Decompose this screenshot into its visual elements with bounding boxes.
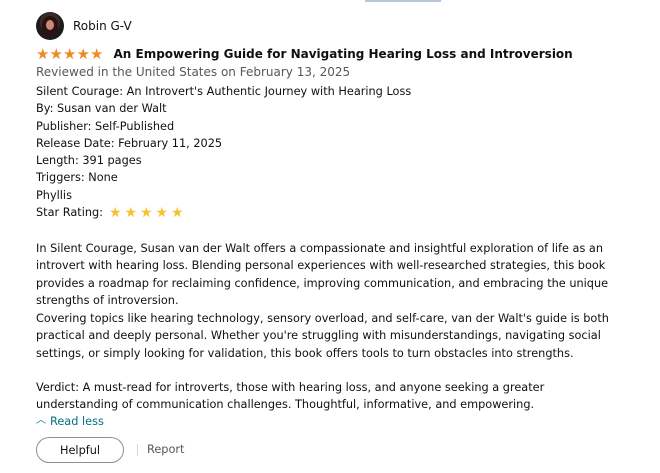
review-rating-stars[interactable]: ★ ★ ★ ★ ★ — [36, 44, 104, 63]
review-signature: Phyllis — [36, 188, 72, 202]
star-icon: ★ — [140, 204, 153, 221]
star-icon: ★ — [90, 44, 104, 63]
review-paragraph-3: Verdict: A must-read for introverts, tho… — [36, 381, 545, 412]
book-length: Length: 391 pages — [36, 154, 142, 168]
book-triggers: Triggers: None — [36, 171, 118, 185]
avatar[interactable] — [36, 12, 64, 40]
review-paragraph-1: In Silent Courage, Susan van der Walt of… — [36, 242, 609, 307]
read-less-link[interactable]: ︿ Read less — [36, 415, 104, 429]
star-rating-label: Star Rating: — [36, 206, 103, 220]
review-details: Silent Courage: An Introvert's Authentic… — [36, 83, 411, 221]
book-release-date: Release Date: February 11, 2025 — [36, 136, 223, 150]
book-title: Silent Courage: An Introvert's Authentic… — [36, 85, 412, 98]
star-icon: ★ — [109, 204, 122, 221]
review-meta: Reviewed in the United States on Februar… — [36, 65, 351, 79]
star-icon: ★ — [155, 204, 169, 221]
star-icon: ★ — [76, 44, 90, 63]
star-icon: ★ — [171, 204, 184, 221]
top-divider — [365, 0, 441, 2]
read-less-label: Read less — [50, 415, 104, 428]
action-divider — [137, 444, 138, 456]
avatar-face — [46, 20, 54, 30]
star-icon: ★ — [63, 44, 77, 63]
star-rating-line: Star Rating: ★ ★ ★ ★ ★ — [36, 204, 411, 221]
book-author: By: Susan van der Walt — [36, 102, 167, 116]
chevron-up-icon: ︿ — [36, 415, 46, 426]
report-link[interactable]: Report — [147, 443, 184, 457]
review-paragraph-2: Covering topics like hearing technology,… — [36, 312, 609, 360]
review-title[interactable]: An Empowering Guide for Navigating Heari… — [114, 47, 573, 61]
star-rating-stars: ★ ★ ★ ★ ★ — [109, 206, 187, 220]
book-publisher: Publisher: Self-Published — [36, 119, 175, 133]
reviewer-name[interactable]: Robin G-V — [73, 19, 132, 33]
star-icon: ★ — [124, 204, 138, 221]
review-title-row: ★ ★ ★ ★ ★ An Empowering Guide for Naviga… — [36, 46, 573, 62]
helpful-button[interactable]: Helpful — [36, 437, 124, 463]
star-icon: ★ — [49, 44, 63, 63]
star-icon: ★ — [36, 44, 50, 63]
